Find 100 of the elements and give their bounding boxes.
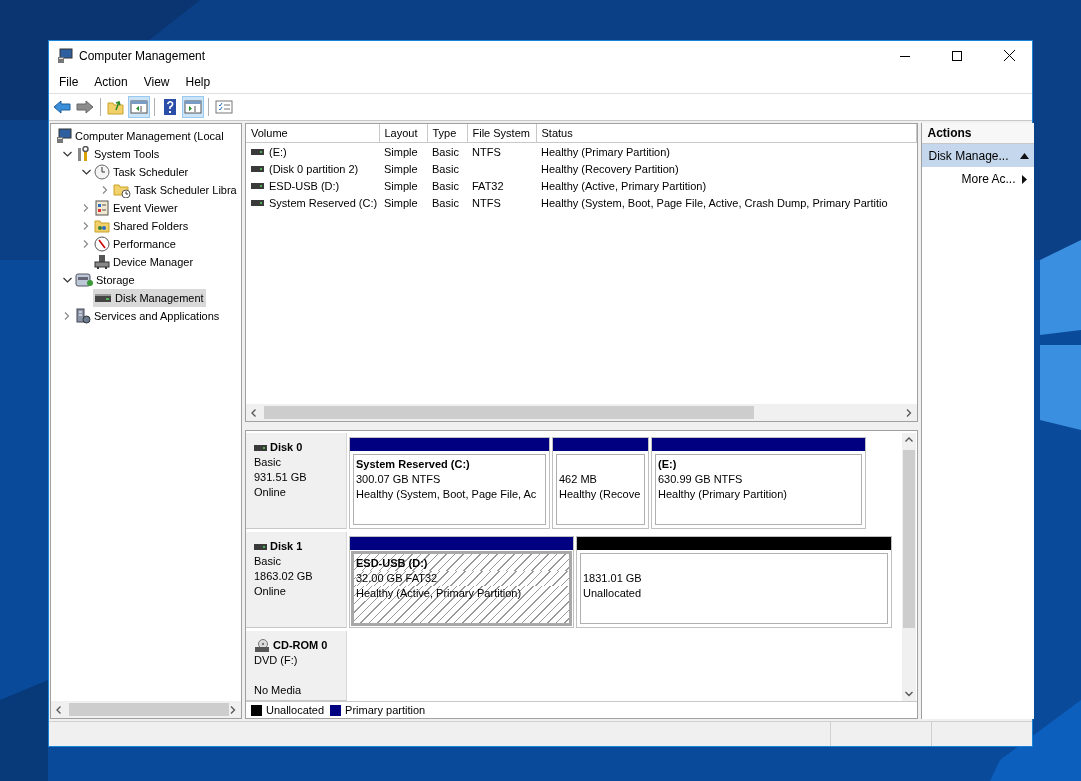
partition-name: ESD-USB (D:) [356,557,428,569]
cd-drive-icon [254,638,270,653]
disk-status: Online [254,485,287,500]
window-title: Computer Management [79,48,207,63]
partition[interactable]: ESD-USB (D:) 32.00 GB FAT32 Healthy (Active, Primary Partition) [349,536,574,628]
tree-item[interactable]: Services and Applications [74,307,222,325]
disk-size: 1863.02 GB [254,569,314,584]
tree-item[interactable]: Disk Management [93,289,206,307]
disk-name: CD-ROM 0 [254,638,346,653]
disk-status: No Media [254,683,303,698]
table-cell: Healthy (System, Boot, Page File, Active, Crash Dump, Primary Partitio [541,196,888,209]
menu-item[interactable]: Help [177,74,219,89]
computer-icon [56,128,72,144]
horizontal-scrollbar[interactable] [51,701,241,718]
shared-folder-icon [94,218,110,234]
disk-size: 931.51 GB [254,470,308,485]
partition-status: Healthy (Primary Partition) [658,487,788,502]
partition[interactable]: 1831.01 GB Unallocated [576,536,892,628]
table-cell: NTFS [472,196,501,209]
menu-item[interactable]: File [51,74,87,89]
collapse-triangle-icon[interactable] [1019,152,1029,159]
table-cell: Basic [432,162,459,175]
table-cell: ESD-USB (D:) [251,179,379,192]
table-cell: Basic [432,179,459,192]
partition-size: 32.00 GB FAT32 [356,571,569,586]
legend-label: Primary partition [345,704,426,716]
tree-item[interactable]: Storage [74,271,137,289]
partition-size: 300.07 GB NTFS [356,472,442,487]
table-cell: Basic [432,145,459,158]
disk-type: Basic [254,455,282,470]
disk-status: Online [254,584,287,599]
table-cell: NTFS [472,145,501,158]
table-cell: FAT32 [472,179,504,192]
table-cell: Healthy (Primary Partition) [541,145,670,158]
scroll-down-icon[interactable] [904,690,913,698]
app-icon [57,47,73,64]
tree-item[interactable]: Task Scheduler Libra [112,181,239,199]
storage-icon [75,272,93,288]
table-cell: (E:) [251,145,379,158]
action-section[interactable]: Disk Manage... [921,144,1034,167]
partition[interactable]: (E:) 630.99 GB NTFS Healthy (Primary Partition) [651,437,866,529]
table-cell: (Disk 0 partition 2) [251,162,379,175]
drive-icon [251,199,264,206]
maximize-icon [952,50,962,61]
tree-item[interactable]: Task Scheduler [93,163,191,181]
disk-type: Basic [254,554,282,569]
partition-name: System Reserved (C:) [356,458,470,470]
menu-item[interactable]: View [135,74,178,89]
tree-item[interactable]: Computer Management (Local [55,127,226,145]
services-icon [75,308,91,324]
scroll-right-icon[interactable] [904,408,913,417]
partition-status: Unallocated [583,586,643,601]
pane-title: Actions [921,123,1034,144]
scroll-left-icon[interactable] [55,705,63,714]
partition[interactable]: 462 MB Healthy (Recove [552,437,649,529]
scroll-right-icon[interactable] [229,705,237,714]
partition-name: (E:) [658,458,677,470]
scroll-left-icon[interactable] [250,408,258,417]
actions-pane-link[interactable]: More Ac... [921,167,1034,191]
disk-name: Disk 1 [254,539,346,554]
legend-label: Unallocated [266,704,325,716]
scroll-up-icon[interactable] [904,436,913,444]
tree-item[interactable]: Device Manager [93,253,196,271]
column-header[interactable]: Volume [246,124,379,143]
vertical-scrollbar[interactable] [901,433,916,701]
close-icon [1003,50,1015,61]
table-cell: System Reserved (C:) [251,196,379,209]
tools-icon [75,146,91,162]
drive-icon [251,165,264,172]
column-header[interactable]: Type [427,124,467,143]
table-cell: Healthy (Active, Primary Partition) [541,179,707,192]
partition-status: Healthy (System, Boot, Page File, Ac [356,487,538,502]
partition-status: Healthy (Recove [559,487,642,502]
menu-item[interactable]: Action [86,74,136,89]
submenu-arrow-icon [1021,174,1027,184]
column-header[interactable]: File System [467,124,536,143]
tree-item[interactable]: Shared Folders [93,217,191,235]
tree-item[interactable]: Performance [93,235,178,253]
partition-size: 1831.01 GB [583,571,643,586]
folder-clock-icon [113,182,131,198]
drive-icon [251,148,264,155]
tree-item[interactable]: System Tools [74,145,162,163]
column-header[interactable]: Status [536,124,916,143]
clock-icon [94,164,110,180]
partition-size: 462 MB [559,472,598,487]
partition-size: 630.99 GB NTFS [658,472,744,487]
tree-item[interactable]: Event Viewer [93,199,180,217]
horizontal-scrollbar[interactable] [246,404,917,421]
table-cell: Simple [384,162,418,175]
table-cell: Basic [432,196,459,209]
table-cell: Simple [384,179,418,192]
event-log-icon [94,200,110,216]
partition[interactable]: System Reserved (C:) 300.07 GB NTFS Healthy (System, Boot, Page File, Ac [349,437,550,529]
column-header[interactable]: Layout [379,124,427,143]
table-cell: Simple [384,145,418,158]
disk-type: DVD (F:) [254,653,299,668]
drive-icon [251,182,264,189]
pane-icon[interactable] [128,96,150,118]
device-icon [94,254,110,270]
table-cell: Healthy (Recovery Partition) [541,162,679,175]
